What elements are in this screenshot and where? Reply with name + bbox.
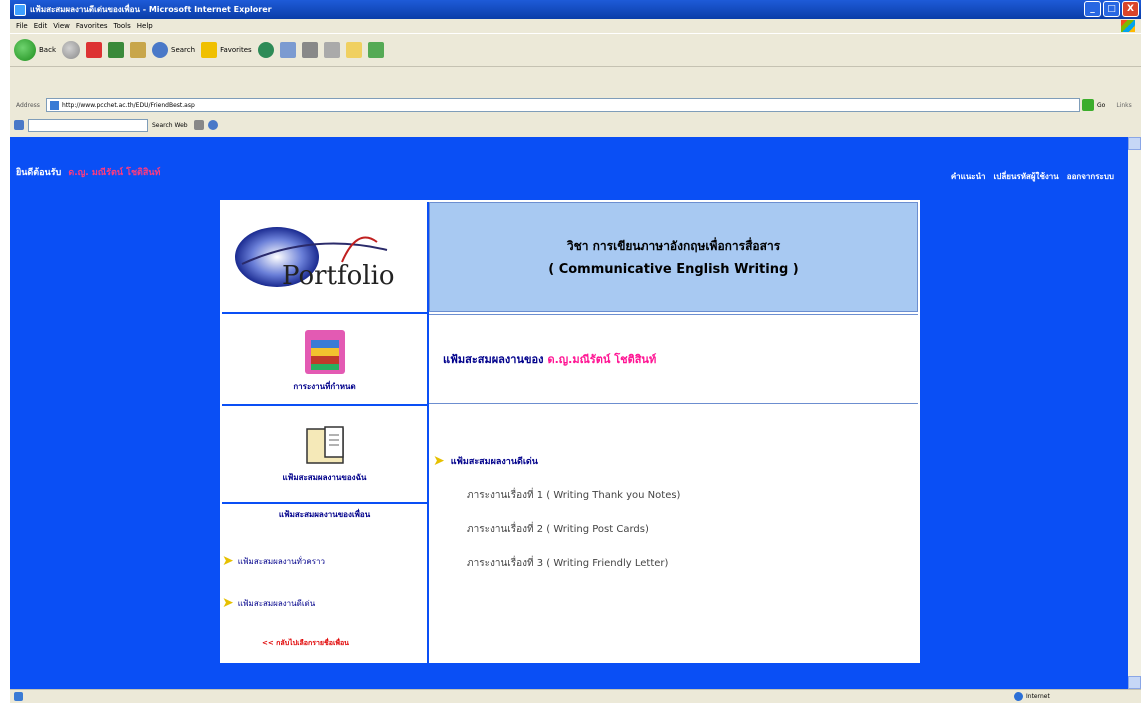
menu-tools[interactable]: Tools bbox=[114, 22, 131, 30]
friend-general-label: แฟ้มสะสมผลงานทั่วคราว bbox=[237, 556, 326, 566]
home-icon[interactable] bbox=[130, 42, 146, 58]
my-portfolio-link[interactable]: แฟ้มสะสมผลงานของฉัน bbox=[222, 406, 427, 502]
back-arrow-icon bbox=[14, 39, 36, 61]
portfolio-logo-art: Portfolio bbox=[235, 227, 395, 291]
friend-best-link[interactable]: ➤ แฟ้มสะสมผลงานดีเด่น bbox=[222, 596, 315, 610]
top-nav: คำแนะนำ เปลี่ยนรหัสผู้ใช้งาน ออกจากระบบ bbox=[951, 170, 1114, 183]
work-item-1[interactable]: ภาระงานเรื่องที่ 1 ( Writing Thank you N… bbox=[467, 488, 680, 503]
go-button[interactable]: Go Links bbox=[1082, 99, 1132, 111]
username: ด.ญ. มณีรัตน์ โชติสินท์ bbox=[68, 168, 161, 178]
portfolio-logo: Portfolio bbox=[222, 202, 427, 312]
edit-icon[interactable] bbox=[323, 42, 340, 58]
minimize-button[interactable]: _ bbox=[1084, 1, 1101, 17]
globe-icon bbox=[1014, 692, 1023, 701]
friend-portfolio-heading: แฟ้มสะสมผลงานของเพื่อน bbox=[278, 510, 371, 519]
arrow-right-icon: ➤ bbox=[222, 553, 234, 569]
favorites-label: Favorites bbox=[220, 46, 252, 54]
title-bar: แฟ้มสะสมผลงานดีเด่นของเพื่อน - Microsoft… bbox=[10, 0, 1141, 19]
best-works-panel: ➤ แฟ้มสะสมผลงานดีเด่น ภาระงานเรื่องที่ 1… bbox=[429, 406, 918, 663]
address-url: http://www.pcchet.ac.th/EDU/FriendBest.a… bbox=[62, 101, 195, 109]
messenger-icon[interactable] bbox=[367, 42, 384, 58]
windows-logo-icon bbox=[1121, 20, 1135, 32]
ie-window: แฟ้มสะสมผลงานดีเด่นของเพื่อน - Microsoft… bbox=[10, 0, 1141, 703]
go-arrow-icon bbox=[1082, 99, 1094, 111]
assignments-label: การะงานที่กำหนด bbox=[293, 381, 356, 391]
menu-favorites[interactable]: Favorites bbox=[76, 22, 108, 30]
address-label: Address bbox=[16, 101, 40, 109]
favorites-button[interactable]: Favorites bbox=[201, 42, 252, 58]
best-works-label: แฟ้มสะสมผลงานดีเด่น bbox=[450, 457, 538, 467]
folder-icon[interactable] bbox=[345, 42, 362, 58]
history-icon[interactable] bbox=[257, 42, 274, 58]
highlight-icon[interactable] bbox=[193, 120, 204, 130]
mail-icon[interactable] bbox=[279, 42, 296, 58]
welcome-text: ยินดีต้อนรับ ด.ญ. มณีรัตน์ โชติสินท์ bbox=[16, 165, 160, 179]
assignments-link[interactable]: การะงานที่กำหนด bbox=[222, 314, 427, 404]
address-bar: Address http://www.pcchet.ac.th/EDU/Frie… bbox=[10, 96, 1141, 114]
address-input[interactable]: http://www.pcchet.ac.th/EDU/FriendBest.a… bbox=[46, 98, 1080, 112]
work-item-2[interactable]: ภาระงานเรื่องที่ 2 ( Writing Post Cards) bbox=[467, 522, 649, 537]
maximize-button[interactable]: □ bbox=[1103, 1, 1120, 17]
welcome-label: ยินดีต้อนรับ bbox=[16, 168, 62, 178]
search-web-button[interactable]: Search Web bbox=[152, 122, 188, 129]
my-portfolio-label: แฟ้มสะสมผลงานของฉัน bbox=[282, 472, 367, 482]
search-label: Search bbox=[171, 46, 196, 54]
nav-logout[interactable]: ออกจากระบบ bbox=[1067, 170, 1114, 183]
owner-name: ด.ญ.มณีรัตน์ โชติสินท์ bbox=[547, 353, 657, 366]
toolbar-logo-icon bbox=[14, 120, 24, 130]
course-title-th: วิชา การเขียนภาษาอังกฤษเพื่อการสื่อสาร bbox=[566, 239, 781, 253]
open-book-icon bbox=[305, 425, 344, 464]
nav-help[interactable]: คำแนะนำ bbox=[951, 170, 986, 183]
nav-change-password[interactable]: เปลี่ยนรหัสผู้ใช้งาน bbox=[994, 170, 1059, 183]
security-zone: Internet bbox=[1014, 692, 1050, 701]
left-menu: แฟ้มสะสมผลงานของฉัน แฟ้มสะสมผลงานของเพื่… bbox=[222, 406, 427, 663]
links-label[interactable]: Links bbox=[1116, 102, 1131, 109]
back-label: Back bbox=[39, 46, 56, 54]
scroll-down-button[interactable] bbox=[1128, 676, 1141, 689]
search-button[interactable]: Search bbox=[152, 42, 195, 58]
course-title-en: ( Communicative English Writing ) bbox=[548, 262, 799, 277]
status-bar: Internet bbox=[10, 689, 1141, 703]
zone-label: Internet bbox=[1026, 693, 1050, 700]
go-label: Go bbox=[1097, 101, 1106, 109]
page-icon bbox=[50, 100, 59, 110]
arrow-right-icon: ➤ bbox=[222, 595, 234, 611]
back-to-friends-link[interactable]: << กลับไปเลือกรายชื่อเพื่อน bbox=[262, 638, 349, 649]
page-status-icon bbox=[14, 692, 23, 701]
forward-button[interactable] bbox=[62, 41, 80, 59]
menu-bar: File Edit View Favorites Tools Help bbox=[10, 19, 1141, 33]
window-title: แฟ้มสะสมผลงานดีเด่นของเพื่อน - Microsoft… bbox=[30, 5, 272, 14]
search-web-input[interactable] bbox=[28, 118, 148, 132]
ie-icon bbox=[14, 3, 26, 16]
refresh-icon[interactable] bbox=[108, 42, 124, 58]
books-icon bbox=[304, 329, 345, 374]
back-button[interactable]: Back bbox=[14, 39, 56, 61]
stop-icon[interactable] bbox=[86, 42, 102, 58]
vertical-scrollbar[interactable] bbox=[1128, 137, 1141, 689]
owner-heading: แฟ้มสะสมผลงานของ ด.ญ.มณีรัตน์ โชติสินท์ bbox=[429, 314, 918, 404]
print-icon[interactable] bbox=[301, 42, 318, 58]
star-icon bbox=[201, 42, 218, 58]
work-item-3[interactable]: ภาระงานเรื่องที่ 3 ( Writing Friendly Le… bbox=[467, 556, 668, 571]
options-icon[interactable] bbox=[207, 120, 218, 130]
friend-general-link[interactable]: ➤ แฟ้มสะสมผลงานทั่วคราว bbox=[222, 554, 325, 568]
owner-prefix: แฟ้มสะสมผลงานของ bbox=[443, 353, 544, 366]
friend-best-label: แฟ้มสะสมผลงานดีเด่น bbox=[237, 598, 316, 608]
toolbar: Back Search Favorites bbox=[10, 33, 1141, 67]
menu-help[interactable]: Help bbox=[137, 22, 153, 30]
search-icon bbox=[152, 42, 168, 58]
course-header: วิชา การเขียนภาษาอังกฤษเพื่อการสื่อสาร (… bbox=[429, 202, 918, 312]
menu-edit[interactable]: Edit bbox=[34, 22, 48, 30]
close-button[interactable]: X bbox=[1122, 1, 1139, 17]
menu-file[interactable]: File bbox=[16, 22, 28, 30]
scroll-up-button[interactable] bbox=[1128, 137, 1141, 150]
logo-text: Portfolio bbox=[282, 261, 395, 291]
best-works-heading: ➤ แฟ้มสะสมผลงานดีเด่น bbox=[433, 454, 538, 468]
search-toolbar: Search Web bbox=[10, 116, 1141, 134]
menu-view[interactable]: View bbox=[53, 22, 70, 30]
arrow-right-icon: ➤ bbox=[433, 453, 445, 469]
portfolio-table: Portfolio วิชา การเขียนภาษาอังกฤษเพื่อกา… bbox=[220, 200, 920, 665]
page-content: ยินดีต้อนรับ ด.ญ. มณีรัตน์ โชติสินท์ คำแ… bbox=[10, 137, 1128, 689]
